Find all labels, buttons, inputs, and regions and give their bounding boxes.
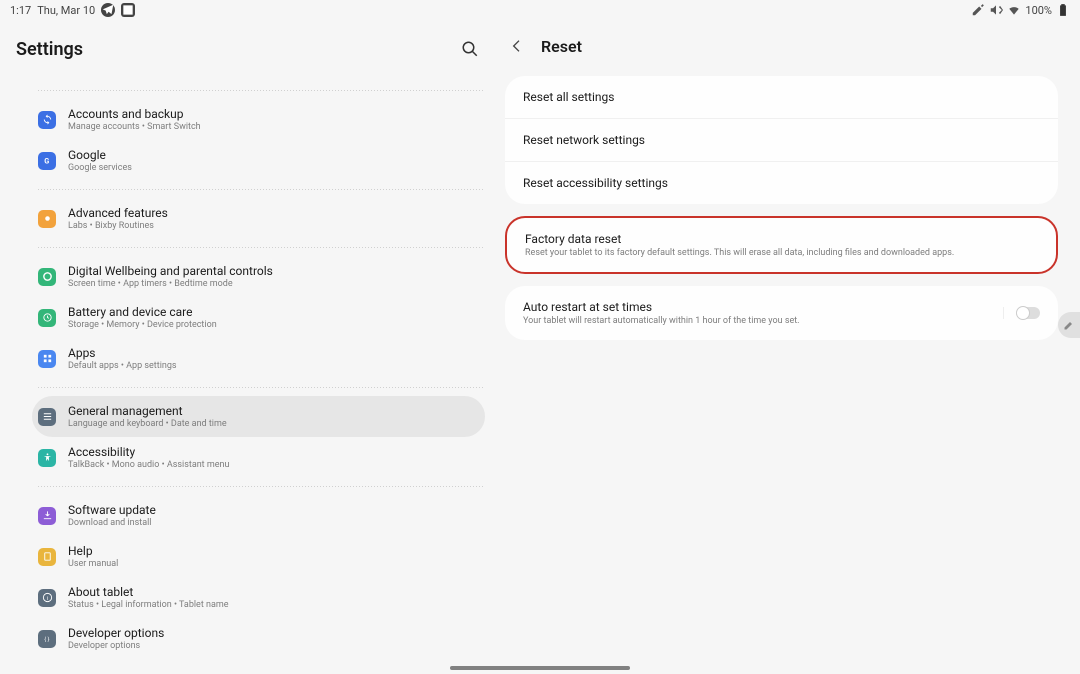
sidebar-item-label: General management [68,404,227,418]
reset-all-settings[interactable]: Reset all settings [505,76,1058,118]
settings-sidebar: Settings Accounts and backupManage accou… [0,20,495,670]
sync-icon [38,111,56,129]
auto-restart-card: Auto restart at set times Your tablet wi… [505,286,1058,340]
status-date: Thu, Mar 10 [37,4,95,17]
sidebar-item-sub: Download and install [68,518,156,528]
help-icon [38,548,56,566]
svg-text:i: i [46,596,47,602]
status-bar: 1:17 Thu, Mar 10 100% [0,0,1080,20]
sidebar-item-general-management[interactable]: General managementLanguage and keyboard … [32,396,485,437]
pencil-icon [1063,319,1075,331]
sidebar-item-label: Apps [68,346,177,360]
auto-restart-toggle[interactable] [1016,307,1040,319]
gm-icon [38,408,56,426]
gallery-icon [121,3,135,17]
status-time: 1:17 [10,4,31,17]
battery-icon [38,309,56,327]
nav-indicator[interactable] [450,666,630,670]
sidebar-item-label: About tablet [68,585,229,599]
wellbeing-icon [38,268,56,286]
sidebar-item-label: Battery and device care [68,305,217,319]
svg-text:{ }: { } [44,636,49,643]
sidebar-item-google[interactable]: G GoogleGoogle services [32,140,485,181]
sidebar-item-label: Software update [68,503,156,517]
sidebar-item-label: Developer options [68,626,164,640]
about-icon: i [38,589,56,607]
telegram-icon [101,3,115,17]
sidebar-item-label: Advanced features [68,206,168,220]
dev-icon: { } [38,630,56,648]
auto-sub: Your tablet will restart automatically w… [523,316,1003,326]
reset-accessibility-label: Reset accessibility settings [523,176,1040,190]
sidebar-item-accounts-and-backup[interactable]: Accounts and backupManage accounts • Sma… [32,99,485,140]
sidebar-item-sub: Labs • Bixby Routines [68,221,168,231]
detail-pane: Reset Reset all settings Reset network s… [495,20,1080,670]
factory-title: Factory data reset [525,232,1038,246]
edge-panel-handle[interactable] [1058,312,1080,338]
auto-title: Auto restart at set times [523,300,1003,314]
sidebar-item-software-update[interactable]: Software updateDownload and install [32,495,485,536]
sidebar-divider [38,189,485,190]
sidebar-item-accessibility[interactable]: AccessibilityTalkBack • Mono audio • Ass… [32,437,485,478]
update-icon [38,507,56,525]
sidebar-item-sub: Storage • Memory • Device protection [68,320,217,330]
sidebar-item-sub: Screen time • App timers • Bedtime mode [68,279,273,289]
sidebar-item-about-tablet[interactable]: i About tabletStatus • Legal information … [32,577,485,618]
mute-icon [989,3,1003,17]
sidebar-item-sub: Developer options [68,641,164,651]
sidebar-item-sub: Status • Legal information • Tablet name [68,600,229,610]
sidebar-item-digital-wellbeing-and-parental-controls[interactable]: Digital Wellbeing and parental controlsS… [32,256,485,297]
sidebar-item-developer-options[interactable]: { } Developer optionsDeveloper options [32,618,485,659]
reset-accessibility-settings[interactable]: Reset accessibility settings [505,161,1058,204]
sidebar-item-help[interactable]: HelpUser manual [32,536,485,577]
pen-icon [971,3,985,17]
search-icon [461,40,479,58]
sidebar-item-battery-and-device-care[interactable]: Battery and device careStorage • Memory … [32,297,485,338]
sidebar-item-advanced-features[interactable]: Advanced featuresLabs • Bixby Routines [32,198,485,239]
sidebar-item-label: Accounts and backup [68,107,201,121]
sidebar-divider [38,387,485,388]
apps-icon [38,350,56,368]
acc-icon [38,449,56,467]
wifi-icon [1007,3,1021,17]
svg-text:G: G [44,156,49,165]
sidebar-item-sub: Manage accounts • Smart Switch [68,122,201,132]
factory-reset-card: Factory data reset Reset your tablet to … [505,216,1058,274]
sidebar-divider [38,486,485,487]
battery-percent: 100% [1025,4,1052,17]
chevron-left-icon [509,38,525,54]
factory-data-reset[interactable]: Factory data reset Reset your tablet to … [507,218,1056,272]
battery-icon [1056,3,1070,17]
reset-options-card: Reset all settings Reset network setting… [505,76,1058,204]
search-button[interactable] [455,34,485,64]
reset-all-label: Reset all settings [523,90,1040,104]
sidebar-item-label: Accessibility [68,445,229,459]
star-icon [38,210,56,228]
factory-sub: Reset your tablet to its factory default… [525,248,1038,258]
sidebar-item-label: Google [68,148,132,162]
sidebar-item-sub: TalkBack • Mono audio • Assistant menu [68,460,229,470]
g-icon: G [38,152,56,170]
sidebar-item-apps[interactable]: AppsDefault apps • App settings [32,338,485,379]
auto-restart-row[interactable]: Auto restart at set times Your tablet wi… [523,300,1003,326]
sidebar-item-sub: Language and keyboard • Date and time [68,419,227,429]
page-title: Settings [16,39,83,60]
sidebar-item-label: Digital Wellbeing and parental controls [68,264,273,278]
sidebar-item-sub: Google services [68,163,132,173]
sidebar-item-sub: Default apps • App settings [68,361,177,371]
reset-network-label: Reset network settings [523,133,1040,147]
sidebar-item-sub: User manual [68,559,118,569]
reset-network-settings[interactable]: Reset network settings [505,118,1058,161]
sidebar-item-label: Help [68,544,118,558]
back-button[interactable] [505,34,529,58]
detail-title: Reset [541,37,582,56]
sidebar-divider [38,247,485,248]
